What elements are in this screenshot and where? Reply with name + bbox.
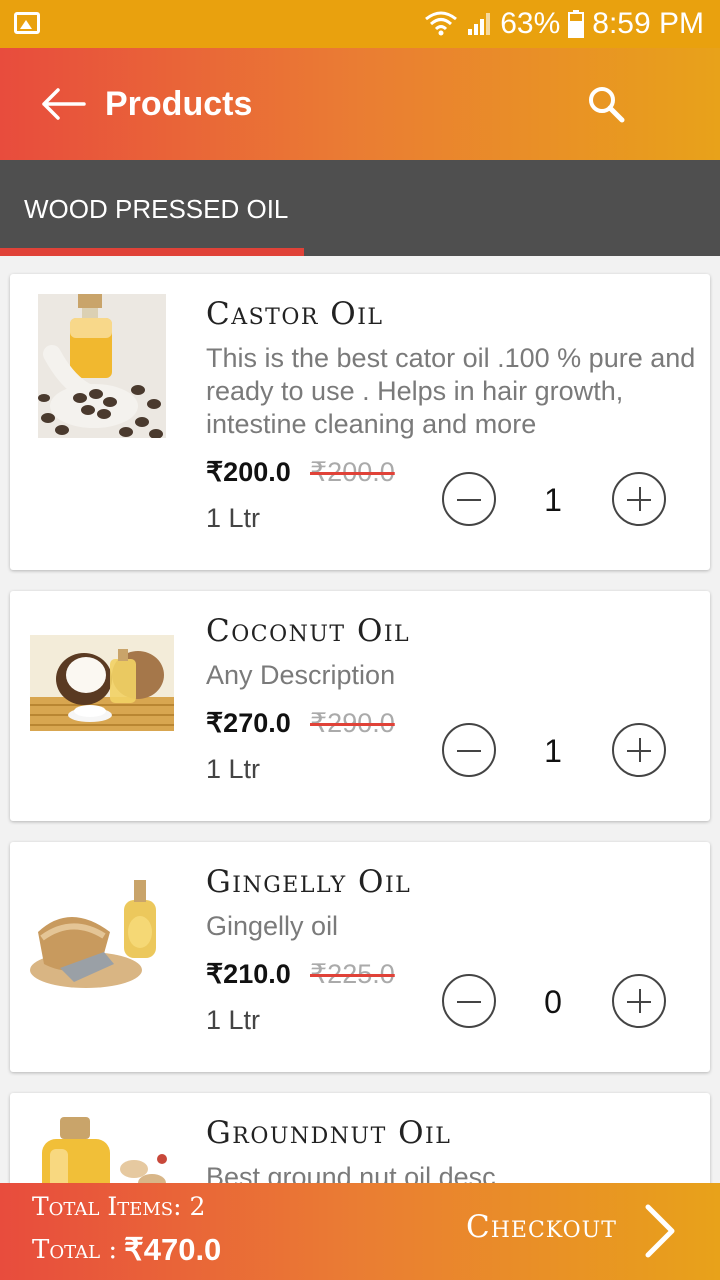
- product-card[interactable]: Groundnut Oil Best ground nut oil desc: [10, 1093, 710, 1184]
- page-title: Products: [105, 85, 253, 123]
- product-mrp: ₹290.0: [310, 708, 395, 738]
- product-image-groundnut-oil: [30, 1109, 174, 1184]
- tab-bar: WOOD PRESSED OIL: [0, 160, 720, 256]
- product-list[interactable]: Castor Oil This is the best cator oil .1…: [0, 256, 720, 1184]
- signal-icon: [468, 13, 491, 35]
- search-icon[interactable]: [584, 82, 628, 126]
- chevron-right-icon[interactable]: [640, 1203, 680, 1259]
- arrow-left-icon[interactable]: [40, 84, 88, 124]
- product-price: ₹270.0: [206, 708, 291, 738]
- product-image-castor-oil: [38, 294, 182, 438]
- product-name: Coconut Oil: [206, 613, 411, 649]
- product-mrp: ₹225.0: [310, 959, 395, 989]
- product-description: Any Description: [206, 660, 396, 690]
- product-mrp: ₹200.0: [310, 457, 395, 487]
- decrease-quantity-button[interactable]: [442, 472, 496, 526]
- product-description: Best ground nut oil desc: [206, 1162, 496, 1184]
- product-image-coconut-oil: [30, 635, 174, 731]
- status-bar: 63% 8:59 PM: [0, 0, 720, 48]
- tab-label: WOOD PRESSED OIL: [24, 194, 289, 224]
- wifi-icon: [425, 11, 458, 36]
- total-value: ₹470.0: [124, 1232, 222, 1267]
- total-label: Total :: [32, 1235, 118, 1265]
- increase-quantity-button[interactable]: [612, 974, 666, 1028]
- product-card[interactable]: Coconut Oil Any Description ₹270.0 ₹290.…: [10, 591, 710, 821]
- product-card[interactable]: Castor Oil This is the best cator oil .1…: [10, 274, 710, 570]
- total-items: Total Items: 2: [32, 1192, 206, 1221]
- battery-percent: 63%: [500, 7, 561, 40]
- tab-indicator: [0, 248, 304, 256]
- tab-wood-pressed-oil[interactable]: WOOD PRESSED OIL: [0, 160, 304, 256]
- battery-icon: [568, 10, 585, 38]
- decrease-quantity-button[interactable]: [442, 723, 496, 777]
- product-image-gingelly-oil: [30, 872, 174, 996]
- product-price: ₹210.0: [206, 959, 291, 989]
- status-right: 63% 8:59 PM: [424, 6, 704, 42]
- quantity-value: 0: [544, 984, 562, 1020]
- product-name: Groundnut Oil: [206, 1115, 452, 1151]
- clock: 8:59 PM: [592, 7, 704, 40]
- product-card[interactable]: Gingelly Oil Gingelly oil ₹210.0 ₹225.0 …: [10, 842, 710, 1072]
- quantity-value: 1: [544, 482, 562, 518]
- product-unit: 1 Ltr: [206, 1005, 261, 1035]
- increase-quantity-button[interactable]: [612, 472, 666, 526]
- product-unit: 1 Ltr: [206, 754, 261, 784]
- product-unit: 1 Ltr: [206, 503, 261, 533]
- product-name: Castor Oil: [206, 296, 384, 332]
- product-description: This is the best cator oil .100 % pure a…: [206, 343, 696, 439]
- product-name: Gingelly Oil: [206, 864, 412, 900]
- product-price: ₹200.0: [206, 457, 291, 487]
- gallery-icon: [14, 12, 40, 34]
- product-description: Gingelly oil: [206, 911, 339, 941]
- checkout-button[interactable]: Checkout: [466, 1209, 617, 1245]
- cart-summary-bar: Total Items: 2 Total : ₹470.0 Checkout: [0, 1183, 720, 1280]
- quantity-value: 1: [544, 733, 562, 769]
- increase-quantity-button[interactable]: [612, 723, 666, 777]
- decrease-quantity-button[interactable]: [442, 974, 496, 1028]
- app-bar: Products: [0, 48, 720, 160]
